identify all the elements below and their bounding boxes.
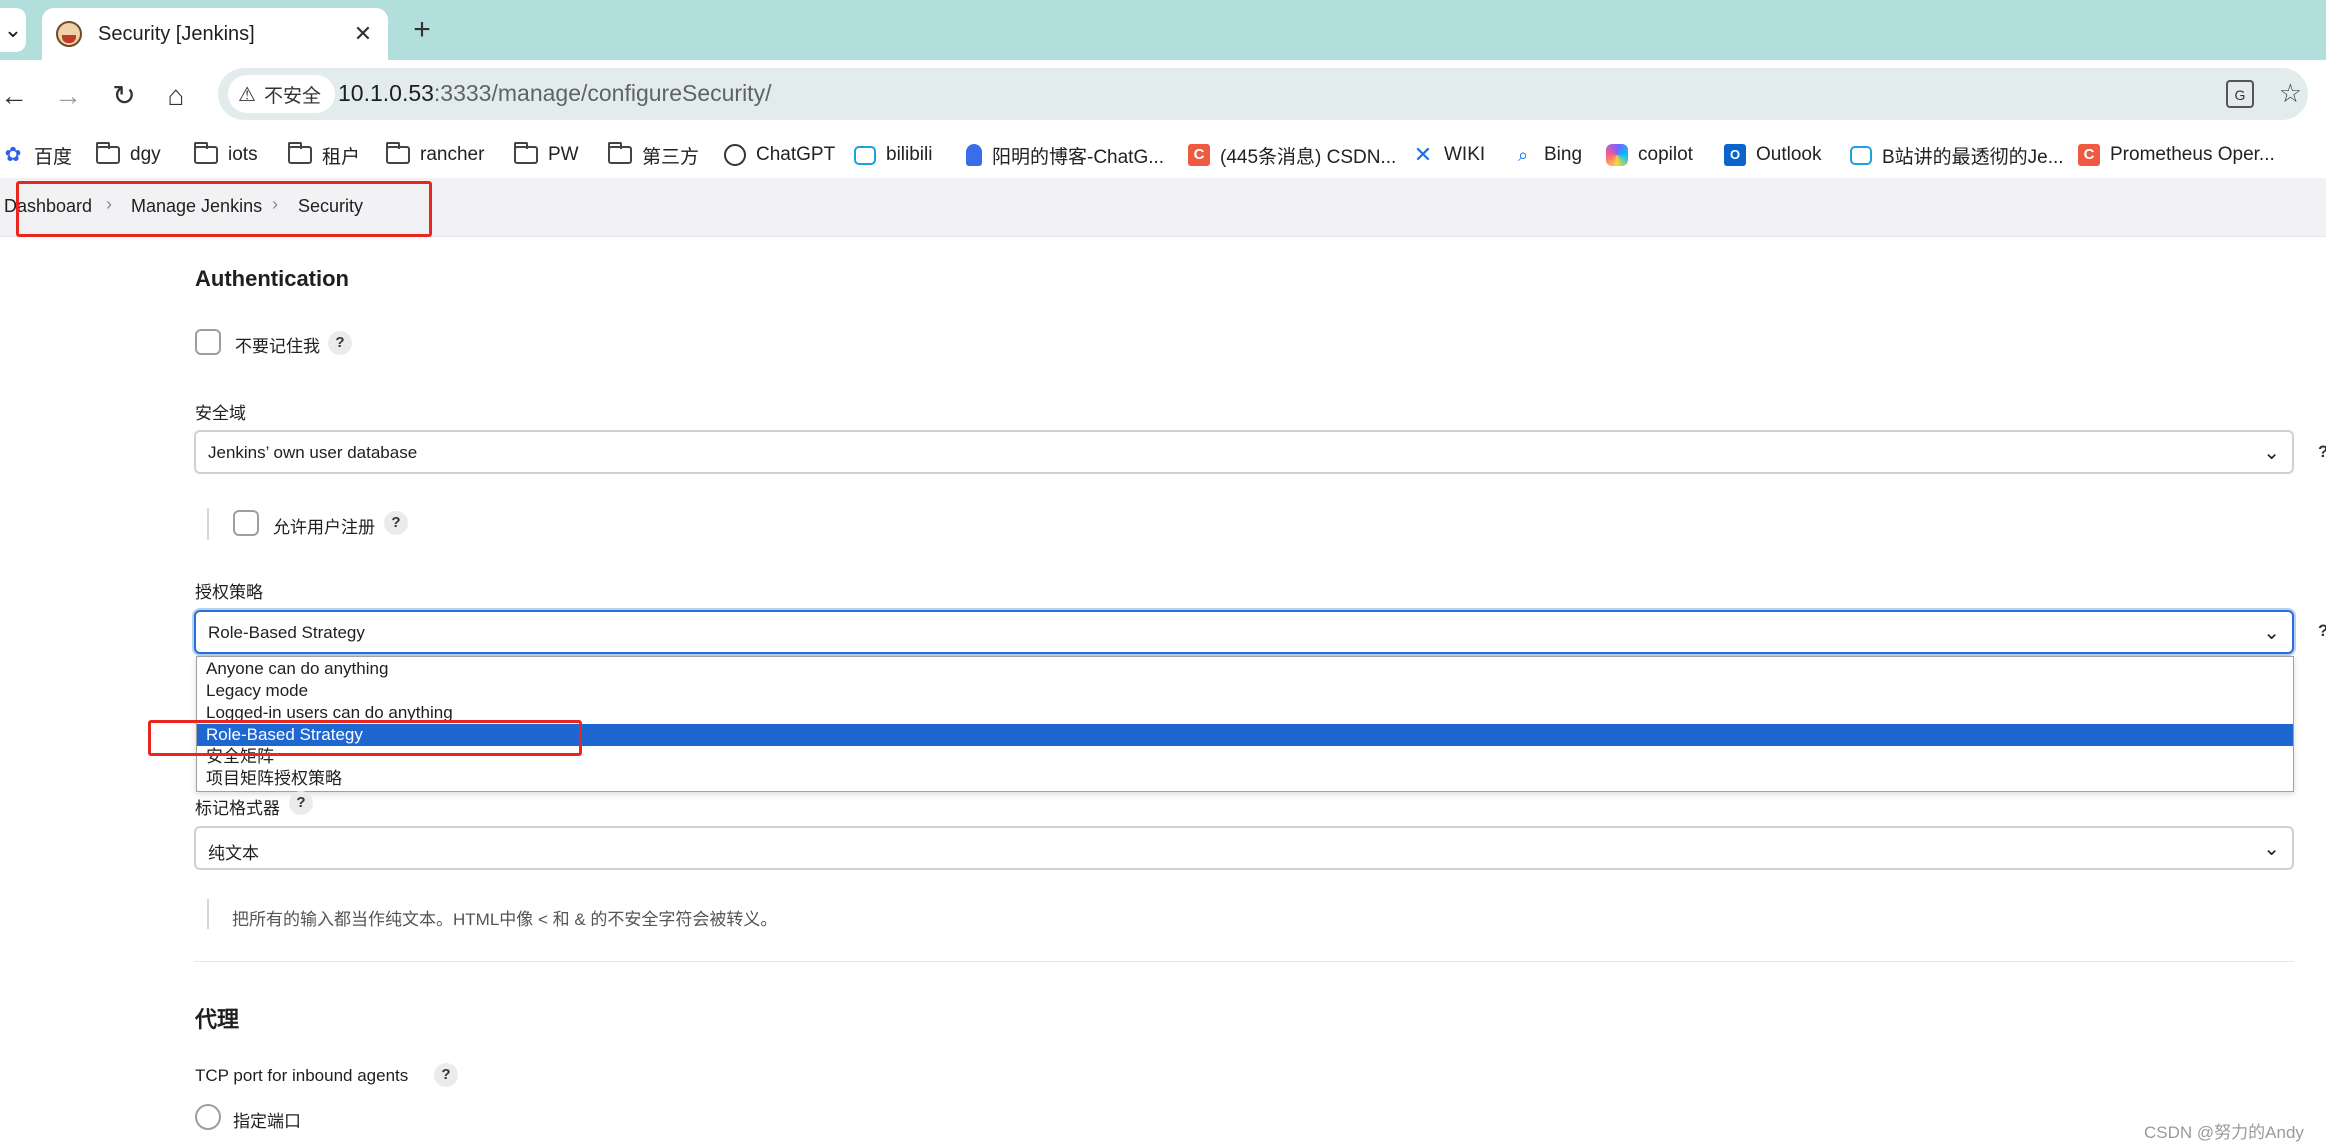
bilibili-tv-icon [854, 145, 876, 165]
help-icon[interactable]: ? [2318, 442, 2326, 462]
folder-icon [288, 142, 312, 164]
fixed-port-radio[interactable] [195, 1104, 221, 1130]
security-realm-label: 安全域 [195, 404, 246, 423]
forward-button[interactable]: → [48, 76, 88, 116]
remember-me-checkbox[interactable] [195, 329, 221, 355]
authentication-heading: Authentication [195, 266, 349, 291]
markup-formatter-label: 标记格式器 [195, 799, 280, 818]
bookmark-item[interactable]: B站讲的最透彻的Je... [1850, 138, 2064, 172]
home-icon: ⌂ [167, 80, 185, 111]
bookmark-item[interactable]: C (445条消息) CSDN... [1188, 138, 1396, 172]
new-tab-button[interactable]: + [404, 12, 440, 48]
chevron-down-icon: ⌄ [2263, 838, 2280, 860]
security-realm-select[interactable]: Jenkins’ own user database ⌄ [194, 430, 2294, 474]
baidu-paw-icon: ✿ [4, 144, 22, 166]
tab-search-button[interactable]: ⌄ [0, 8, 26, 52]
bookmark-folder[interactable]: rancher [386, 138, 484, 172]
bookmark-item[interactable]: O Outlook [1724, 138, 1821, 172]
allow-signup-label: 允许用户注册 [273, 518, 375, 537]
help-icon[interactable]: ? [2318, 621, 2326, 641]
jenkins-favicon-icon [56, 21, 82, 47]
folder-icon [608, 142, 632, 164]
bookmark-folder[interactable]: dgy [96, 138, 161, 172]
site-info-button[interactable]: ⚠ 不安全 [228, 75, 335, 113]
chatgpt-icon [724, 144, 746, 166]
copilot-icon [1606, 144, 1628, 166]
folder-icon [514, 142, 538, 164]
allow-signup-checkbox[interactable] [233, 510, 259, 536]
bookmark-folder[interactable]: 第三方 [608, 138, 699, 172]
authorization-strategy-select[interactable]: Role-Based Strategy ⌄ [194, 610, 2294, 654]
bookmarks-bar: ✿ 百度 dgy iots 租户 rancher PW 第三方 ChatGPT b… [0, 132, 2326, 179]
bookmark-item[interactable]: ⌕ Bing [1512, 138, 1582, 172]
wiki-icon: ✕ [1413, 142, 1433, 167]
help-icon[interactable]: ? [328, 331, 352, 355]
help-icon[interactable]: ? [384, 511, 408, 535]
address-bar[interactable]: ⚠ 不安全 10.1.0.53:3333/manage/configureSec… [218, 68, 2308, 120]
markup-formatter-select[interactable]: 纯文本 ⌄ [194, 826, 2294, 870]
bookmark-item[interactable]: 阳明的博客-ChatG... [966, 138, 1164, 172]
csdn-icon: C [2078, 144, 2100, 166]
annotation-highlight-breadcrumb [16, 181, 432, 237]
remember-me-label: 不要记住我 [235, 337, 320, 356]
nested-option-rule [207, 508, 209, 540]
tab-strip: ⌄ Security [Jenkins] ✕ + [0, 0, 2326, 60]
url-text[interactable]: 10.1.0.53:3333/manage/configureSecurity/ [338, 80, 771, 107]
ghost-icon [966, 144, 982, 166]
bookmark-folder[interactable]: 租户 [288, 138, 360, 172]
section-divider [194, 961, 2294, 962]
not-secure-label: 不安全 [263, 85, 321, 107]
markup-formatter-value: 纯文本 [208, 844, 259, 863]
tcp-port-label: TCP port for inbound agents [195, 1066, 409, 1085]
fixed-port-label: 指定端口 [233, 1112, 301, 1131]
watermark: CSDN @努力的Andy [2144, 1123, 2304, 1142]
bookmark-item[interactable]: C Prometheus Oper... [2078, 138, 2275, 172]
home-button[interactable]: ⌂ [156, 76, 196, 116]
authorization-label: 授权策略 [195, 583, 263, 602]
folder-icon [96, 142, 120, 164]
dropdown-option[interactable]: 项目矩阵授权策略 [197, 768, 2293, 790]
help-icon[interactable]: ? [434, 1063, 458, 1087]
proxy-heading: 代理 [195, 1007, 240, 1032]
help-icon[interactable]: ? [289, 791, 313, 815]
folder-icon [386, 142, 410, 164]
bookmark-item[interactable]: ✿ 百度 [2, 138, 72, 172]
bookmark-folder[interactable]: PW [514, 138, 579, 172]
bookmark-item[interactable]: bilibili [854, 138, 932, 172]
bookmark-item[interactable]: ChatGPT [724, 138, 835, 172]
browser-toolbar: ← → ↻ ⌂ ⚠ 不安全 10.1.0.53:3333/manage/conf… [0, 60, 2326, 132]
security-realm-value: Jenkins’ own user database [208, 443, 418, 462]
tab-security-jenkins[interactable]: Security [Jenkins] ✕ [42, 8, 388, 60]
reload-icon: ↻ [112, 80, 136, 111]
bookmark-item[interactable]: copilot [1606, 138, 1693, 172]
reload-button[interactable]: ↻ [104, 76, 144, 116]
search-icon: ⌕ [1517, 145, 1529, 165]
chevron-down-icon: ⌄ [2263, 622, 2280, 644]
warning-icon: ⚠ [238, 83, 256, 106]
bookmark-folder[interactable]: iots [194, 138, 258, 172]
csdn-icon: C [1188, 144, 1210, 166]
chevron-down-icon: ⌄ [3, 17, 23, 42]
tab-title: Security [Jenkins] [98, 22, 255, 45]
bookmark-item[interactable]: ✕ WIKI [1412, 138, 1485, 172]
markup-description: 把所有的输入都当作纯文本。HTML中像 < 和 & 的不安全字符会被转义。 [232, 910, 778, 929]
back-button[interactable]: ← [0, 76, 34, 116]
dropdown-option[interactable]: Anyone can do anything [197, 658, 2293, 680]
arrow-right-icon: → [54, 80, 82, 111]
translate-icon[interactable]: G [2226, 80, 2254, 108]
bookmark-star-icon[interactable]: ☆ [2279, 78, 2302, 109]
annotation-highlight-option [148, 720, 582, 756]
close-tab-icon[interactable]: ✕ [348, 21, 378, 47]
description-rule [207, 899, 209, 929]
chevron-down-icon: ⌄ [2263, 442, 2280, 464]
bilibili-tv-icon [1850, 145, 1872, 165]
outlook-icon: O [1724, 144, 1746, 166]
folder-icon [194, 142, 218, 164]
dropdown-option[interactable]: Legacy mode [197, 680, 2293, 702]
arrow-left-icon: ← [0, 80, 28, 111]
authorization-strategy-value: Role-Based Strategy [208, 623, 365, 642]
